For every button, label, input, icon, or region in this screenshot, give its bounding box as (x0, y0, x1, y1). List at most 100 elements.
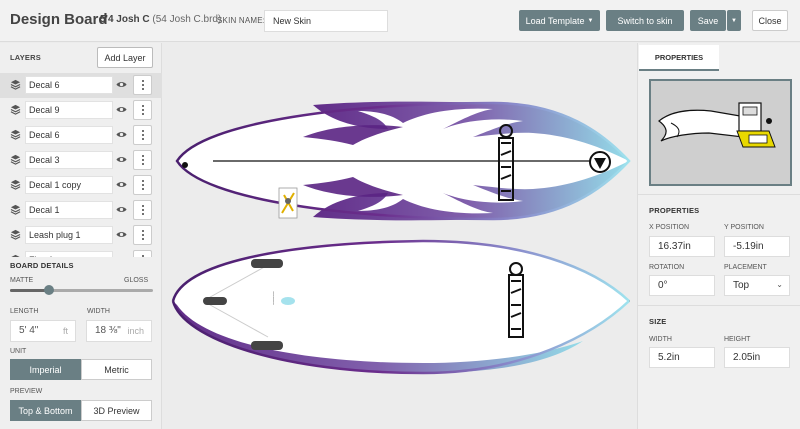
top-bottom-toggle[interactable]: Top & Bottom (10, 400, 81, 421)
placement-select[interactable]: Top ⌄ (724, 275, 790, 296)
save-options-button[interactable]: ▼ (727, 10, 741, 31)
preview-label: PREVIEW (10, 388, 43, 395)
rotation-label: ROTATION (649, 264, 685, 271)
skin-name-input[interactable] (264, 10, 388, 32)
more-vertical-icon[interactable] (133, 200, 152, 220)
layers-icon (10, 229, 21, 240)
layer-name-input[interactable]: Fins 1 (25, 251, 113, 257)
y-position-label: Y POSITION (724, 224, 764, 231)
layer-row[interactable]: Leash plug 1 (0, 223, 162, 248)
rotation-input[interactable] (649, 275, 715, 296)
character-decal[interactable] (278, 187, 298, 219)
board-details-heading: BOARD DETAILS (10, 261, 74, 270)
board-preview: ~~~~~ (171, 101, 631, 375)
layer-name-input[interactable]: Decal 6 (25, 76, 113, 94)
design-canvas[interactable]: ~~~~~ (163, 43, 636, 429)
eye-icon[interactable] (116, 205, 127, 214)
eye-icon[interactable] (116, 155, 127, 164)
more-vertical-icon[interactable] (133, 125, 152, 145)
more-vertical-icon[interactable] (133, 75, 152, 95)
imperial-toggle[interactable]: Imperial (10, 359, 81, 380)
layers-icon (10, 79, 21, 90)
tri-logo-decal[interactable] (589, 151, 611, 173)
divider (638, 194, 800, 195)
3d-preview-toggle[interactable]: 3D Preview (81, 400, 152, 421)
width-input[interactable]: 18 ⅜" inch (86, 320, 152, 342)
layer-name-input[interactable]: Decal 6 (25, 126, 113, 144)
load-template-label: Load Template (525, 15, 585, 26)
layer-row[interactable]: Decal 9 (0, 98, 162, 123)
eye-icon[interactable] (116, 105, 127, 114)
layer-row[interactable]: Decal 1 copy (0, 173, 162, 198)
layer-row[interactable]: Decal 1 (0, 198, 162, 223)
eye-icon[interactable] (116, 80, 127, 89)
more-vertical-icon[interactable] (133, 225, 152, 245)
eye-icon[interactable] (116, 180, 127, 189)
x-position-input[interactable] (649, 236, 715, 257)
placement-value: Top (733, 280, 750, 291)
layers-icon (10, 129, 21, 140)
more-vertical-icon[interactable] (133, 250, 152, 257)
layer-row[interactable]: Fins 1 (0, 248, 162, 257)
chevron-down-icon: ▼ (587, 17, 594, 24)
decal-preview (649, 79, 792, 186)
add-layer-button[interactable]: Add Layer (97, 47, 153, 68)
width-unit: inch (127, 326, 144, 336)
decal-preview-image (658, 102, 776, 148)
more-vertical-icon[interactable] (133, 175, 152, 195)
eye-icon[interactable] (116, 130, 127, 139)
layers-icon (10, 179, 21, 190)
finish-slider[interactable] (10, 285, 153, 295)
placement-label: PLACEMENT (724, 264, 767, 271)
y-position-input[interactable] (724, 236, 790, 257)
board-title: 5'4 Josh C (100, 14, 150, 25)
gloss-label: GLOSS (124, 277, 149, 284)
layer-row[interactable]: Decal 6 (0, 73, 162, 98)
load-template-button[interactable]: Load Template ▼ (519, 10, 600, 31)
eye-icon[interactable] (116, 230, 127, 239)
layers-list: Decal 6 Decal 9 Decal 6 Decal 3 Decal 1 copy… (0, 73, 162, 257)
tab-properties[interactable]: PROPERTIES (639, 45, 719, 71)
save-button[interactable]: Save (690, 10, 726, 31)
chevron-down-icon: ▼ (731, 17, 737, 24)
small-logo-decal[interactable] (281, 297, 295, 305)
layer-name-input[interactable]: Decal 9 (25, 101, 113, 119)
matte-label: MATTE (10, 277, 34, 284)
size-heading: SIZE (649, 317, 667, 326)
finish-slider-thumb[interactable] (43, 285, 54, 295)
close-button[interactable]: Close (752, 10, 788, 31)
board-file: (54 Josh C.brd) (152, 14, 222, 25)
layer-row[interactable]: Decal 6 (0, 123, 162, 148)
x-position-label: X POSITION (649, 224, 690, 231)
layers-icon (10, 104, 21, 115)
skin-name-label: SKIN NAME: (217, 16, 266, 25)
size-height-input[interactable] (724, 347, 790, 368)
board-bottom-view[interactable]: ~~~~~ (171, 239, 630, 375)
more-vertical-icon[interactable] (133, 100, 152, 120)
board-top-view[interactable] (175, 101, 631, 221)
properties-heading: PROPERTIES (649, 206, 700, 215)
finish-slider-fill (10, 289, 49, 292)
length-value: 5' 4" (19, 325, 39, 336)
properties-panel: PROPERTIES PROPERTIES X POSITION Y POSIT… (637, 43, 800, 429)
layers-icon (10, 154, 21, 165)
size-width-input[interactable] (649, 347, 715, 368)
size-width-label: WIDTH (649, 336, 672, 343)
board-name: 5'4 Josh C (54 Josh C.brd) (100, 14, 221, 25)
layer-name-input[interactable]: Decal 3 (25, 151, 113, 169)
left-sidebar: LAYERS Add Layer Decal 6 Decal 9 Decal 6 De… (0, 43, 162, 429)
eye-icon[interactable] (116, 255, 127, 257)
width-label: WIDTH (87, 308, 110, 315)
width-value: 18 ⅜" (95, 325, 121, 336)
chevron-down-icon: ⌄ (776, 280, 783, 289)
top-bar: Design Board 5'4 Josh C (54 Josh C.brd) … (0, 0, 800, 42)
svg-text:~~~~~: ~~~~~ (272, 291, 277, 305)
layer-name-input[interactable]: Decal 1 copy (25, 176, 113, 194)
layer-name-input[interactable]: Decal 1 (25, 201, 113, 219)
switch-to-skin-button[interactable]: Switch to skin (606, 10, 684, 31)
more-vertical-icon[interactable] (133, 150, 152, 170)
layer-name-input[interactable]: Leash plug 1 (25, 226, 113, 244)
length-input[interactable]: 5' 4" ft (10, 320, 76, 342)
layer-row[interactable]: Decal 3 (0, 148, 162, 173)
metric-toggle[interactable]: Metric (81, 359, 152, 380)
